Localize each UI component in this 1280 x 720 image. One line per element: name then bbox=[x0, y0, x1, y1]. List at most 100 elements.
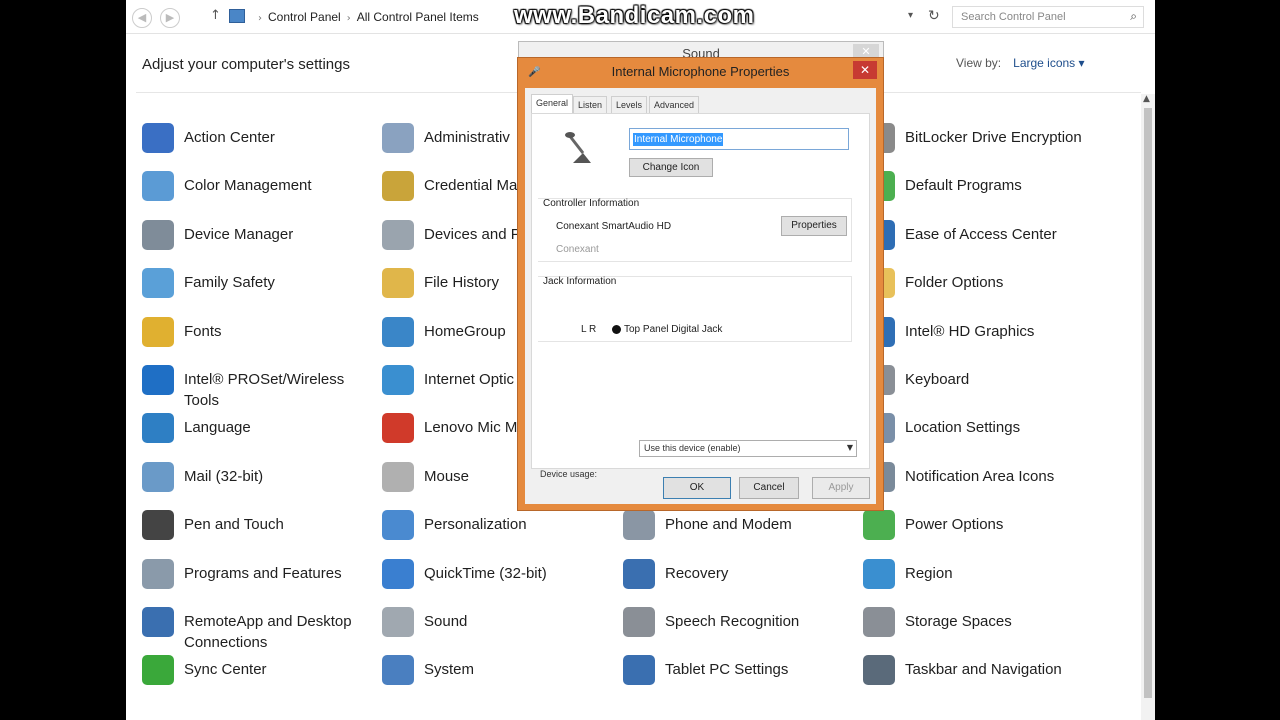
control-panel-item-label: Default Programs bbox=[905, 177, 1022, 194]
forward-icon[interactable]: ▶ bbox=[160, 8, 180, 28]
mouse-icon bbox=[382, 462, 414, 492]
microphone-icon bbox=[565, 132, 591, 163]
control-panel-item[interactable]: System bbox=[366, 652, 606, 698]
refresh-icon[interactable]: ↻ bbox=[928, 8, 940, 24]
dialog-body: General Listen Levels Advanced Internal … bbox=[525, 88, 876, 504]
programs-icon bbox=[142, 559, 174, 589]
jack-heading: Jack Information bbox=[543, 276, 617, 287]
control-panel-item[interactable]: Sync Center bbox=[126, 652, 366, 698]
cancel-button[interactable]: Cancel bbox=[739, 477, 799, 499]
tab-listen[interactable]: Listen bbox=[573, 96, 608, 113]
vertical-scrollbar[interactable]: ▲ bbox=[1141, 94, 1155, 720]
family-safety-icon bbox=[142, 268, 174, 298]
controller-name: Conexant SmartAudio HD bbox=[556, 221, 672, 232]
control-panel-item[interactable]: Fonts bbox=[126, 314, 366, 360]
control-panel-item[interactable]: Family Safety bbox=[126, 265, 366, 311]
control-panel-item-label: Region bbox=[905, 565, 953, 582]
control-panel-item-label: RemoteApp and Desktop Connections bbox=[184, 613, 352, 651]
control-panel-item-label: Fonts bbox=[184, 323, 222, 340]
control-panel-item-label: Intel® PROSet/Wireless Tools bbox=[184, 371, 345, 409]
control-panel-item-label: Keyboard bbox=[905, 371, 970, 388]
close-icon[interactable]: ✕ bbox=[853, 61, 877, 79]
homegroup-icon bbox=[382, 317, 414, 347]
control-panel-item[interactable]: Power Options bbox=[847, 507, 1087, 553]
search-input[interactable]: Search Control Panel ⌕ bbox=[952, 6, 1144, 28]
device-usage-label: Device usage: bbox=[540, 469, 598, 479]
control-panel-item[interactable]: QuickTime (32-bit) bbox=[366, 556, 606, 602]
control-panel-item[interactable]: Programs and Features bbox=[126, 556, 366, 602]
scroll-up-icon[interactable]: ▲ bbox=[1143, 94, 1150, 104]
control-panel-item[interactable]: Personalization bbox=[366, 507, 606, 553]
control-panel-item[interactable]: Storage Spaces bbox=[847, 604, 1087, 650]
control-panel-item-label: Pen and Touch bbox=[184, 516, 284, 533]
tablet-icon bbox=[623, 655, 655, 685]
control-panel-item[interactable]: Language bbox=[126, 410, 366, 456]
control-panel-item-label: Sync Center bbox=[184, 661, 267, 678]
back-icon[interactable]: ◀ bbox=[132, 8, 152, 28]
search-icon[interactable]: ⌕ bbox=[1130, 9, 1137, 24]
remoteapp-icon bbox=[142, 607, 174, 637]
control-panel-item[interactable]: Pen and Touch bbox=[126, 507, 366, 553]
control-panel-item[interactable]: Speech Recognition bbox=[607, 604, 847, 650]
breadcrumb-all-items[interactable]: All Control Panel Items bbox=[357, 10, 479, 24]
control-panel-item-label: Color Management bbox=[184, 177, 312, 194]
tab-advanced[interactable]: Advanced bbox=[649, 96, 700, 113]
control-panel-item-label: Language bbox=[184, 419, 251, 436]
system-icon bbox=[382, 655, 414, 685]
control-panel-window: ◀ ▶ ↑ › Control Panel › All Control Panel I… bbox=[126, 0, 1155, 720]
scrollbar-thumb[interactable] bbox=[1144, 108, 1152, 698]
up-arrow-icon[interactable]: ↑ bbox=[210, 8, 221, 23]
control-panel-item[interactable]: Taskbar and Navigation bbox=[847, 652, 1087, 698]
control-panel-icon bbox=[229, 9, 245, 23]
view-by-select[interactable]: Large icons ▾ bbox=[1013, 56, 1084, 70]
device-name-input[interactable]: Internal Microphone bbox=[629, 128, 849, 150]
view-by: View by: Large icons ▾ bbox=[956, 56, 1085, 70]
control-panel-item-label: Mail (32-bit) bbox=[184, 468, 264, 485]
internet-options-icon bbox=[382, 365, 414, 395]
mail-icon bbox=[142, 462, 174, 492]
control-panel-item-label: System bbox=[424, 661, 475, 678]
jack-channels: L R bbox=[581, 324, 597, 335]
control-panel-item-label: Ease of Access Center bbox=[905, 226, 1057, 243]
quicktime-icon bbox=[382, 559, 414, 589]
watermark: www.Bandicam.com bbox=[514, 2, 755, 29]
tab-general[interactable]: General bbox=[531, 94, 574, 114]
control-panel-item[interactable]: Tablet PC Settings bbox=[607, 652, 847, 698]
flag-icon bbox=[142, 123, 174, 153]
control-panel-item[interactable]: Device Manager bbox=[126, 217, 366, 263]
control-panel-item[interactable]: RemoteApp and Desktop Connections bbox=[126, 604, 366, 651]
properties-dialog-title: Internal Microphone Properties bbox=[611, 64, 790, 79]
storage-icon bbox=[863, 607, 895, 637]
jack-color-dot bbox=[612, 325, 621, 334]
control-panel-item[interactable]: Phone and Modem bbox=[607, 507, 847, 553]
recovery-icon bbox=[623, 559, 655, 589]
control-panel-item-label: Intel® HD Graphics bbox=[905, 323, 1035, 340]
pen-icon bbox=[142, 510, 174, 540]
control-panel-item[interactable]: Mail (32-bit) bbox=[126, 459, 366, 505]
apply-button[interactable]: Apply bbox=[812, 477, 870, 499]
page-title: Adjust your computer's settings bbox=[142, 56, 350, 73]
control-panel-item-label: Sound bbox=[424, 613, 468, 630]
control-panel-item-label: Phone and Modem bbox=[665, 516, 792, 533]
chevron-right-icon: › bbox=[258, 13, 262, 24]
breadcrumb-control-panel[interactable]: Control Panel bbox=[268, 10, 341, 24]
chevron-down-icon[interactable]: ▾ bbox=[908, 10, 913, 21]
tab-levels[interactable]: Levels bbox=[611, 96, 648, 113]
mic-mute-icon bbox=[382, 413, 414, 443]
control-panel-item[interactable]: Color Management bbox=[126, 168, 366, 214]
control-panel-item-label: Taskbar and Navigation bbox=[905, 661, 1062, 678]
control-panel-item[interactable]: Action Center bbox=[126, 120, 366, 166]
color-management-icon bbox=[142, 171, 174, 201]
properties-button[interactable]: Properties bbox=[781, 216, 847, 236]
change-icon-button[interactable]: Change Icon bbox=[629, 158, 713, 177]
region-icon bbox=[863, 559, 895, 589]
sound-icon bbox=[382, 607, 414, 637]
control-panel-item[interactable]: Sound bbox=[366, 604, 606, 650]
control-panel-item[interactable]: Region bbox=[847, 556, 1087, 602]
control-panel-item-label: BitLocker Drive Encryption bbox=[905, 129, 1082, 146]
language-icon bbox=[142, 413, 174, 443]
control-panel-item[interactable]: Recovery bbox=[607, 556, 847, 602]
ok-button[interactable]: OK bbox=[663, 477, 731, 499]
device-usage-select[interactable]: Use this device (enable) ▼ bbox=[639, 440, 857, 457]
control-panel-item[interactable]: Intel® PROSet/Wireless Tools bbox=[126, 362, 366, 409]
